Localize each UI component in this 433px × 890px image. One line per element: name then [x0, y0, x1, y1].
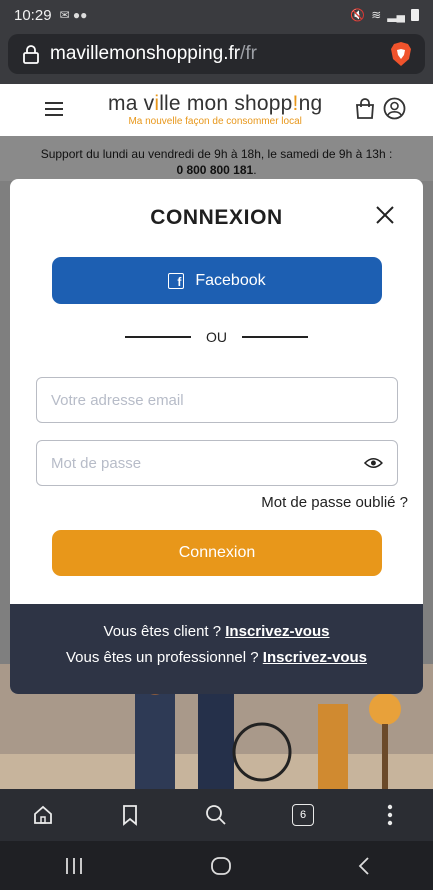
system-nav-bar	[0, 841, 433, 890]
login-button[interactable]: Connexion	[52, 530, 382, 576]
tabs-button[interactable]: 6	[260, 804, 347, 826]
eye-icon[interactable]	[364, 456, 383, 470]
bookmark-button[interactable]	[87, 804, 174, 826]
facebook-icon: f	[168, 272, 185, 289]
menu-icon[interactable]	[45, 102, 63, 116]
client-signup-link[interactable]: Inscrivez-vous	[225, 623, 329, 640]
browser-chrome: mavillemonshopping.fr/fr	[0, 30, 433, 84]
facebook-label: Facebook	[195, 271, 266, 289]
search-button[interactable]	[173, 804, 260, 826]
signup-footer: Vous êtes client ? Inscrivez-vous Vous ê…	[10, 604, 423, 694]
logo-tagline: Ma nouvelle façon de consommer local	[128, 116, 302, 127]
browser-toolbar: 6	[0, 789, 433, 841]
user-icon[interactable]	[383, 97, 406, 120]
close-icon[interactable]	[374, 204, 396, 226]
email-input[interactable]	[51, 391, 383, 409]
status-bar: 10:29 ✉ ●● 🔇 ≋ ▂▄	[0, 0, 433, 30]
client-signup-line: Vous êtes client ? Inscrivez-vous	[103, 623, 330, 640]
search-icon	[206, 805, 227, 825]
mute-icon: 🔇	[350, 8, 366, 22]
bookmark-icon	[122, 805, 137, 826]
url-path: /fr	[240, 43, 257, 64]
site-header: ma ville mon shopp!ng Ma nouvelle façon …	[0, 84, 433, 136]
cart-icon[interactable]	[355, 98, 375, 120]
forgot-password-link[interactable]: Mot de passe oublié ?	[261, 494, 408, 511]
more-button[interactable]	[346, 804, 433, 826]
password-field[interactable]	[36, 440, 398, 486]
home-icon	[34, 805, 53, 824]
webpage: ma ville mon shopp!ng Ma nouvelle façon …	[0, 84, 433, 789]
system-icons: 🔇 ≋ ▂▄	[350, 8, 419, 22]
signal-icon: ▂▄	[387, 8, 405, 22]
pro-signup-line: Vous êtes un professionnel ? Inscrivez-v…	[65, 649, 368, 666]
wifi-icon: ≋	[371, 8, 382, 22]
brave-icon[interactable]	[389, 41, 413, 67]
support-banner: Support du lundi au vendredi de 9h à 18h…	[0, 136, 433, 181]
pro-signup-link[interactable]: Inscrivez-vous	[263, 649, 367, 666]
separator: OU	[10, 329, 423, 345]
back-icon[interactable]	[357, 855, 371, 877]
support-phone[interactable]: 0 800 800 181	[176, 163, 253, 177]
url-domain: mavillemonshopping.fr	[50, 43, 241, 64]
screen: 10:29 ✉ ●● 🔇 ≋ ▂▄ mavillemonshopping.fr /…	[0, 0, 433, 890]
lock-icon	[23, 45, 39, 64]
recents-icon[interactable]	[63, 856, 85, 876]
home-nav-icon[interactable]	[210, 855, 232, 877]
home-button[interactable]	[0, 804, 87, 826]
more-icon	[387, 804, 392, 826]
site-logo[interactable]: ma ville mon shopp!ng Ma nouvelle façon …	[108, 92, 322, 127]
modal-title: CONNEXION	[150, 206, 283, 229]
email-field[interactable]	[36, 377, 398, 423]
logo-wordmark: ma ville mon shopp!ng	[108, 92, 323, 115]
tab-count: 6	[292, 804, 315, 826]
address-bar[interactable]: mavillemonshopping.fr/fr	[8, 34, 425, 74]
battery-icon	[411, 9, 419, 21]
facebook-login-button[interactable]: f Facebook	[52, 257, 382, 304]
login-modal: CONNEXION f Facebook OU Votre adresse em…	[10, 179, 423, 694]
status-time: 10:29	[14, 6, 52, 24]
separator-label: OU	[206, 329, 227, 345]
notification-icons: ✉ ●●	[59, 8, 88, 22]
support-text: Support du lundi au vendredi de 9h à 18h…	[40, 147, 393, 161]
password-input[interactable]	[51, 454, 365, 472]
